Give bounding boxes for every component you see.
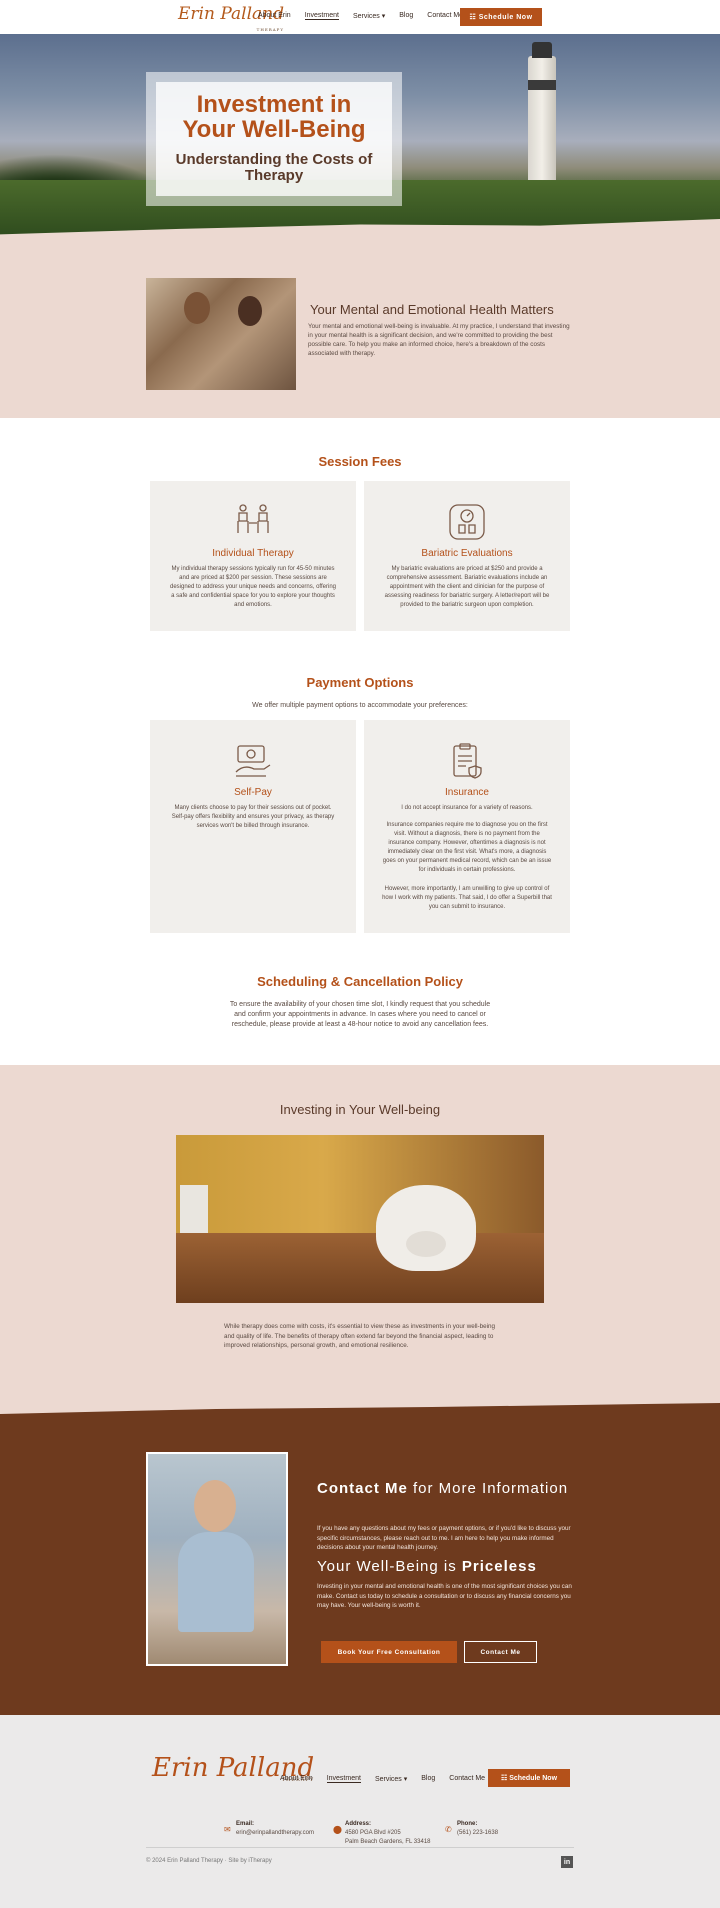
investing-section: Investing in Your Well-being While thera… [0, 1065, 720, 1423]
piggy-bank-photo [176, 1135, 544, 1303]
email-value: erin@erinpallandtherapy.com [236, 1830, 315, 1836]
nav-about[interactable]: About Erin [258, 12, 291, 20]
session-fees-title: Session Fees [318, 454, 402, 469]
individual-therapy-card: Individual Therapy My individual therapy… [150, 481, 356, 631]
nav-investment[interactable]: Investment [304, 12, 339, 20]
insurance-body-2: Insurance companies require me to diagno… [382, 822, 552, 873]
priceless-title-b: Priceless [461, 1558, 537, 1575]
scale-icon [364, 503, 570, 541]
scheduling-section: Scheduling & Cancellation Policy To ensu… [0, 958, 720, 1065]
footer-nav-services[interactable]: Services ▾ [375, 1775, 407, 1783]
email-icon: ✉ [224, 1825, 231, 1834]
self-pay-card: Self-Pay Many clients choose to pay for … [150, 720, 356, 933]
intro-body: Your mental and emotional well-being is … [308, 323, 570, 357]
contact-section: Contact Me for More Information If you h… [0, 1422, 720, 1715]
investing-body: While therapy does come with costs, it's… [224, 1323, 496, 1349]
therapist-photo [146, 1452, 288, 1666]
hero-title: Investment in Your Well-Being [156, 92, 392, 142]
schedule-now-button[interactable]: ☷ Schedule Now [460, 8, 542, 26]
footer-phone[interactable]: ✆ Phone: (561) 223-1638 [445, 1820, 499, 1838]
contact-title-rest: for More Information [407, 1480, 569, 1497]
hero-title-box: Investment in Your Well-Being Understand… [146, 72, 402, 206]
bariatric-evaluations-card: Bariatric Evaluations My bariatric evalu… [364, 481, 570, 631]
contact-me-button[interactable]: Contact Me [464, 1641, 537, 1663]
footer-nav-about[interactable]: About Erin [280, 1775, 313, 1783]
scheduling-title: Scheduling & Cancellation Policy [257, 974, 463, 989]
hero-title-line2: Your Well-Being [182, 116, 366, 143]
insurance-title: Insurance [445, 787, 489, 798]
footer-nav: About Erin Investment Services ▾ Blog Co… [280, 1775, 485, 1783]
phone-icon: ✆ [445, 1825, 452, 1834]
insurance-body-3: However, more importantly, I am unwillin… [382, 886, 552, 910]
intro-heading: Your Mental and Emotional Health Matters [310, 302, 554, 317]
bariatric-evaluations-title: Bariatric Evaluations [421, 548, 513, 559]
site-footer: Erin Palland THERAPY About Erin Investme… [0, 1715, 720, 1908]
linkedin-icon[interactable]: in [561, 1856, 573, 1868]
individual-therapy-body: My individual therapy sessions typically… [169, 566, 336, 608]
insurance-body-1: I do not accept insurance for a variety … [401, 805, 533, 811]
copyright: © 2024 Erin Palland Therapy · Site by iT… [146, 1858, 272, 1864]
address-line1: 4580 PGA Blvd #205 [345, 1830, 401, 1836]
priceless-title: Your Well-Being is Priceless [317, 1558, 537, 1575]
contact-title: Contact Me for More Information [317, 1480, 577, 1497]
email-label: Email: [236, 1821, 255, 1827]
hero-subtitle-line2: Therapy [244, 167, 304, 184]
insurance-card: Insurance I do not accept insurance for … [364, 720, 570, 933]
hero-title-line1: Investment in [196, 91, 352, 118]
self-pay-body: Many clients choose to pay for their ses… [171, 805, 335, 829]
lighthouse-image [528, 42, 556, 196]
book-consultation-button[interactable]: Book Your Free Consultation [321, 1641, 457, 1663]
contact-body-2: Investing in your mental and emotional h… [317, 1583, 572, 1609]
phone-label: Phone: [457, 1821, 478, 1827]
contact-title-bold: Contact Me [317, 1480, 408, 1497]
priceless-title-a: Your Well-Being is [317, 1558, 462, 1575]
nav-services[interactable]: Services ▾ [353, 12, 385, 20]
address-label: Address: [345, 1821, 372, 1827]
investing-wave-divider [0, 1403, 720, 1423]
footer-divider [146, 1847, 574, 1848]
couple-photo [146, 278, 296, 390]
contact-body-1: If you have any questions about my fees … [317, 1525, 571, 1551]
footer-email[interactable]: ✉ Email: erin@erinpallandtherapy.com [224, 1820, 315, 1838]
site-header: Erin Palland THERAPY About Erin Investme… [0, 0, 720, 34]
payment-options-section: Payment Options We offer multiple paymen… [0, 655, 720, 958]
footer-schedule-button[interactable]: ☷ Schedule Now [488, 1769, 570, 1787]
session-fees-section: Session Fees Individual Therapy My indiv… [0, 418, 720, 655]
self-pay-title: Self-Pay [234, 787, 272, 798]
hero-subtitle: Understanding the Costs of Therapy [156, 152, 392, 184]
hero-banner: Investment in Your Well-Being Understand… [0, 34, 720, 240]
location-pin-icon: ⬤ [333, 1825, 342, 1834]
scheduling-body: To ensure the availability of your chose… [229, 1001, 491, 1028]
footer-nav-investment[interactable]: Investment [326, 1775, 361, 1783]
footer-address: ⬤ Address: 4580 PGA Blvd #205 Palm Beach… [333, 1820, 431, 1847]
footer-nav-contact[interactable]: Contact Me [449, 1775, 485, 1783]
phone-value: (561) 223-1638 [457, 1830, 499, 1836]
hero-subtitle-line1: Understanding the Costs of [175, 151, 373, 168]
money-hand-icon [150, 742, 356, 780]
investing-title: Investing in Your Well-being [279, 1102, 441, 1117]
therapy-session-icon [150, 503, 356, 535]
payment-options-title: Payment Options [306, 675, 414, 690]
individual-therapy-title: Individual Therapy [212, 548, 294, 559]
intro-section: Your Mental and Emotional Health Matters… [0, 240, 720, 418]
insurance-document-icon [364, 742, 570, 780]
payment-options-subtitle: We offer multiple payment options to acc… [252, 702, 468, 709]
address-line2: Palm Beach Gardens, FL 33418 [345, 1839, 431, 1845]
main-nav: About Erin Investment Services ▾ Blog Co… [258, 12, 463, 20]
nav-blog[interactable]: Blog [399, 12, 413, 20]
nav-contact[interactable]: Contact Me [427, 12, 463, 20]
bariatric-evaluations-body: My bariatric evaluations are priced at $… [384, 566, 550, 608]
footer-nav-blog[interactable]: Blog [421, 1775, 435, 1783]
